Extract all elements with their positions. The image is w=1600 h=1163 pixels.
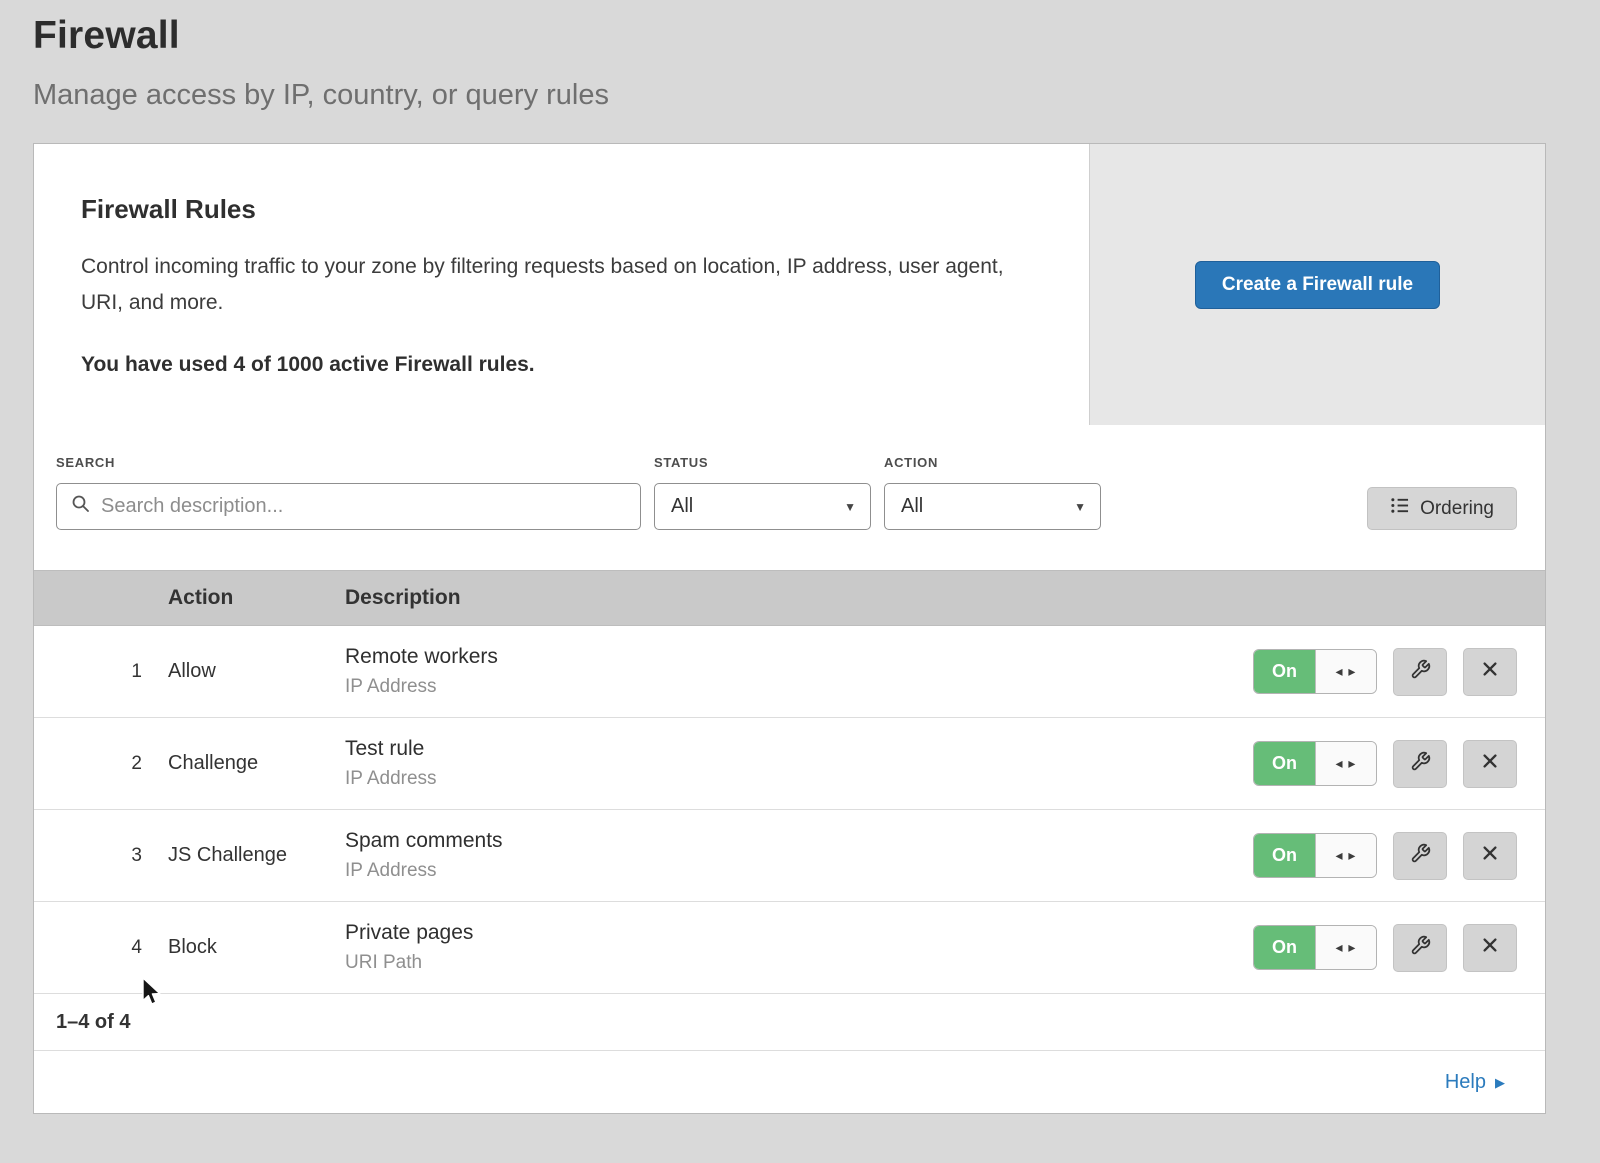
wrench-icon [1410, 751, 1431, 777]
help-link[interactable]: Help ▶ [1445, 1071, 1505, 1094]
rule-action: Block [168, 936, 345, 959]
rule-match-field: IP Address [345, 768, 1253, 790]
section-heading: Firewall Rules [81, 194, 1029, 225]
toggle-handle-icon[interactable]: ◂ ▸ [1315, 650, 1376, 693]
rule-enabled-toggle[interactable]: On ◂ ▸ [1253, 741, 1377, 786]
create-firewall-rule-button[interactable]: Create a Firewall rule [1195, 261, 1440, 309]
status-select[interactable]: All ▼ [654, 483, 871, 530]
edit-rule-button[interactable] [1393, 740, 1447, 788]
rule-match-field: IP Address [345, 676, 1253, 698]
toggle-handle-icon[interactable]: ◂ ▸ [1315, 834, 1376, 877]
section-description: Control incoming traffic to your zone by… [81, 249, 1029, 321]
filter-bar: SEARCH STATUS All ▼ ACTION All ▼ [34, 425, 1545, 570]
status-filter-group: STATUS All ▼ [654, 455, 871, 530]
rule-controls: On ◂ ▸ [1253, 832, 1545, 880]
search-label: SEARCH [56, 455, 641, 471]
page-subtitle: Manage access by IP, country, or query r… [33, 79, 1600, 112]
close-icon [1481, 936, 1499, 959]
close-icon [1481, 752, 1499, 775]
toggle-handle-icon[interactable]: ◂ ▸ [1315, 926, 1376, 969]
rule-match-field: IP Address [345, 860, 1253, 882]
rule-description-cell: Private pages URI Path [345, 921, 1253, 974]
status-selected-value: All [671, 495, 693, 518]
usage-summary: You have used 4 of 1000 active Firewall … [81, 353, 1029, 377]
action-label: ACTION [884, 455, 1101, 471]
wrench-icon [1410, 935, 1431, 961]
table-row: 4 Block Private pages URI Path On ◂ ▸ [34, 902, 1545, 994]
delete-rule-button[interactable] [1463, 648, 1517, 696]
rule-description: Remote workers [345, 645, 1253, 669]
status-label: STATUS [654, 455, 871, 471]
action-selected-value: All [901, 495, 923, 518]
intro-section: Firewall Rules Control incoming traffic … [34, 144, 1545, 425]
intro-text: Firewall Rules Control incoming traffic … [34, 144, 1089, 425]
ordering-list-icon [1390, 496, 1409, 521]
edit-rule-button[interactable] [1393, 648, 1447, 696]
rule-controls: On ◂ ▸ [1253, 648, 1545, 696]
rule-action: Allow [168, 660, 345, 683]
rule-action: JS Challenge [168, 844, 345, 867]
search-box [56, 483, 641, 530]
action-filter-group: ACTION All ▼ [884, 455, 1101, 530]
table-row: 1 Allow Remote workers IP Address On ◂ ▸ [34, 626, 1545, 718]
close-icon [1481, 844, 1499, 867]
column-header-description: Description [345, 586, 1545, 610]
chevron-down-icon: ▼ [1074, 500, 1086, 514]
rule-description-cell: Spam comments IP Address [345, 829, 1253, 882]
ordering-button[interactable]: Ordering [1367, 487, 1517, 530]
wrench-icon [1410, 843, 1431, 869]
table-header: Action Description [34, 570, 1545, 626]
page-header: Firewall Manage access by IP, country, o… [0, 0, 1600, 112]
search-input[interactable] [101, 495, 626, 518]
rule-enabled-toggle[interactable]: On ◂ ▸ [1253, 833, 1377, 878]
page-title: Firewall [33, 14, 1600, 58]
delete-rule-button[interactable] [1463, 924, 1517, 972]
toggle-handle-icon[interactable]: ◂ ▸ [1315, 742, 1376, 785]
edit-rule-button[interactable] [1393, 924, 1447, 972]
table-row: 3 JS Challenge Spam comments IP Address … [34, 810, 1545, 902]
toggle-on-state[interactable]: On [1254, 926, 1315, 969]
rule-description: Test rule [345, 737, 1253, 761]
column-header-action: Action [168, 586, 345, 610]
rule-priority: 2 [34, 753, 168, 775]
intro-action-panel: Create a Firewall rule [1089, 144, 1545, 425]
help-link-label: Help [1445, 1071, 1486, 1094]
rule-description-cell: Test rule IP Address [345, 737, 1253, 790]
action-select[interactable]: All ▼ [884, 483, 1101, 530]
rule-priority: 3 [34, 845, 168, 867]
rule-priority: 1 [34, 661, 168, 683]
delete-rule-button[interactable] [1463, 832, 1517, 880]
table-row: 2 Challenge Test rule IP Address On ◂ ▸ [34, 718, 1545, 810]
rule-enabled-toggle[interactable]: On ◂ ▸ [1253, 649, 1377, 694]
edit-rule-button[interactable] [1393, 832, 1447, 880]
rule-description: Spam comments [345, 829, 1253, 853]
rule-action: Challenge [168, 752, 345, 775]
close-icon [1481, 660, 1499, 683]
wrench-icon [1410, 659, 1431, 685]
rule-enabled-toggle[interactable]: On ◂ ▸ [1253, 925, 1377, 970]
rule-match-field: URI Path [345, 952, 1253, 974]
search-icon [71, 494, 91, 519]
search-filter-group: SEARCH [56, 455, 641, 530]
delete-rule-button[interactable] [1463, 740, 1517, 788]
firewall-rules-card: Firewall Rules Control incoming traffic … [33, 143, 1546, 1114]
rule-controls: On ◂ ▸ [1253, 924, 1545, 972]
toggle-on-state[interactable]: On [1254, 742, 1315, 785]
toggle-on-state[interactable]: On [1254, 834, 1315, 877]
rule-description: Private pages [345, 921, 1253, 945]
toggle-on-state[interactable]: On [1254, 650, 1315, 693]
chevron-down-icon: ▼ [844, 500, 856, 514]
rule-priority: 4 [34, 937, 168, 959]
card-footer: Help ▶ [34, 1051, 1545, 1113]
rule-description-cell: Remote workers IP Address [345, 645, 1253, 698]
arrow-right-icon: ▶ [1495, 1073, 1505, 1091]
ordering-button-label: Ordering [1420, 498, 1494, 520]
pagination-summary: 1–4 of 4 [34, 994, 1545, 1051]
rule-controls: On ◂ ▸ [1253, 740, 1545, 788]
